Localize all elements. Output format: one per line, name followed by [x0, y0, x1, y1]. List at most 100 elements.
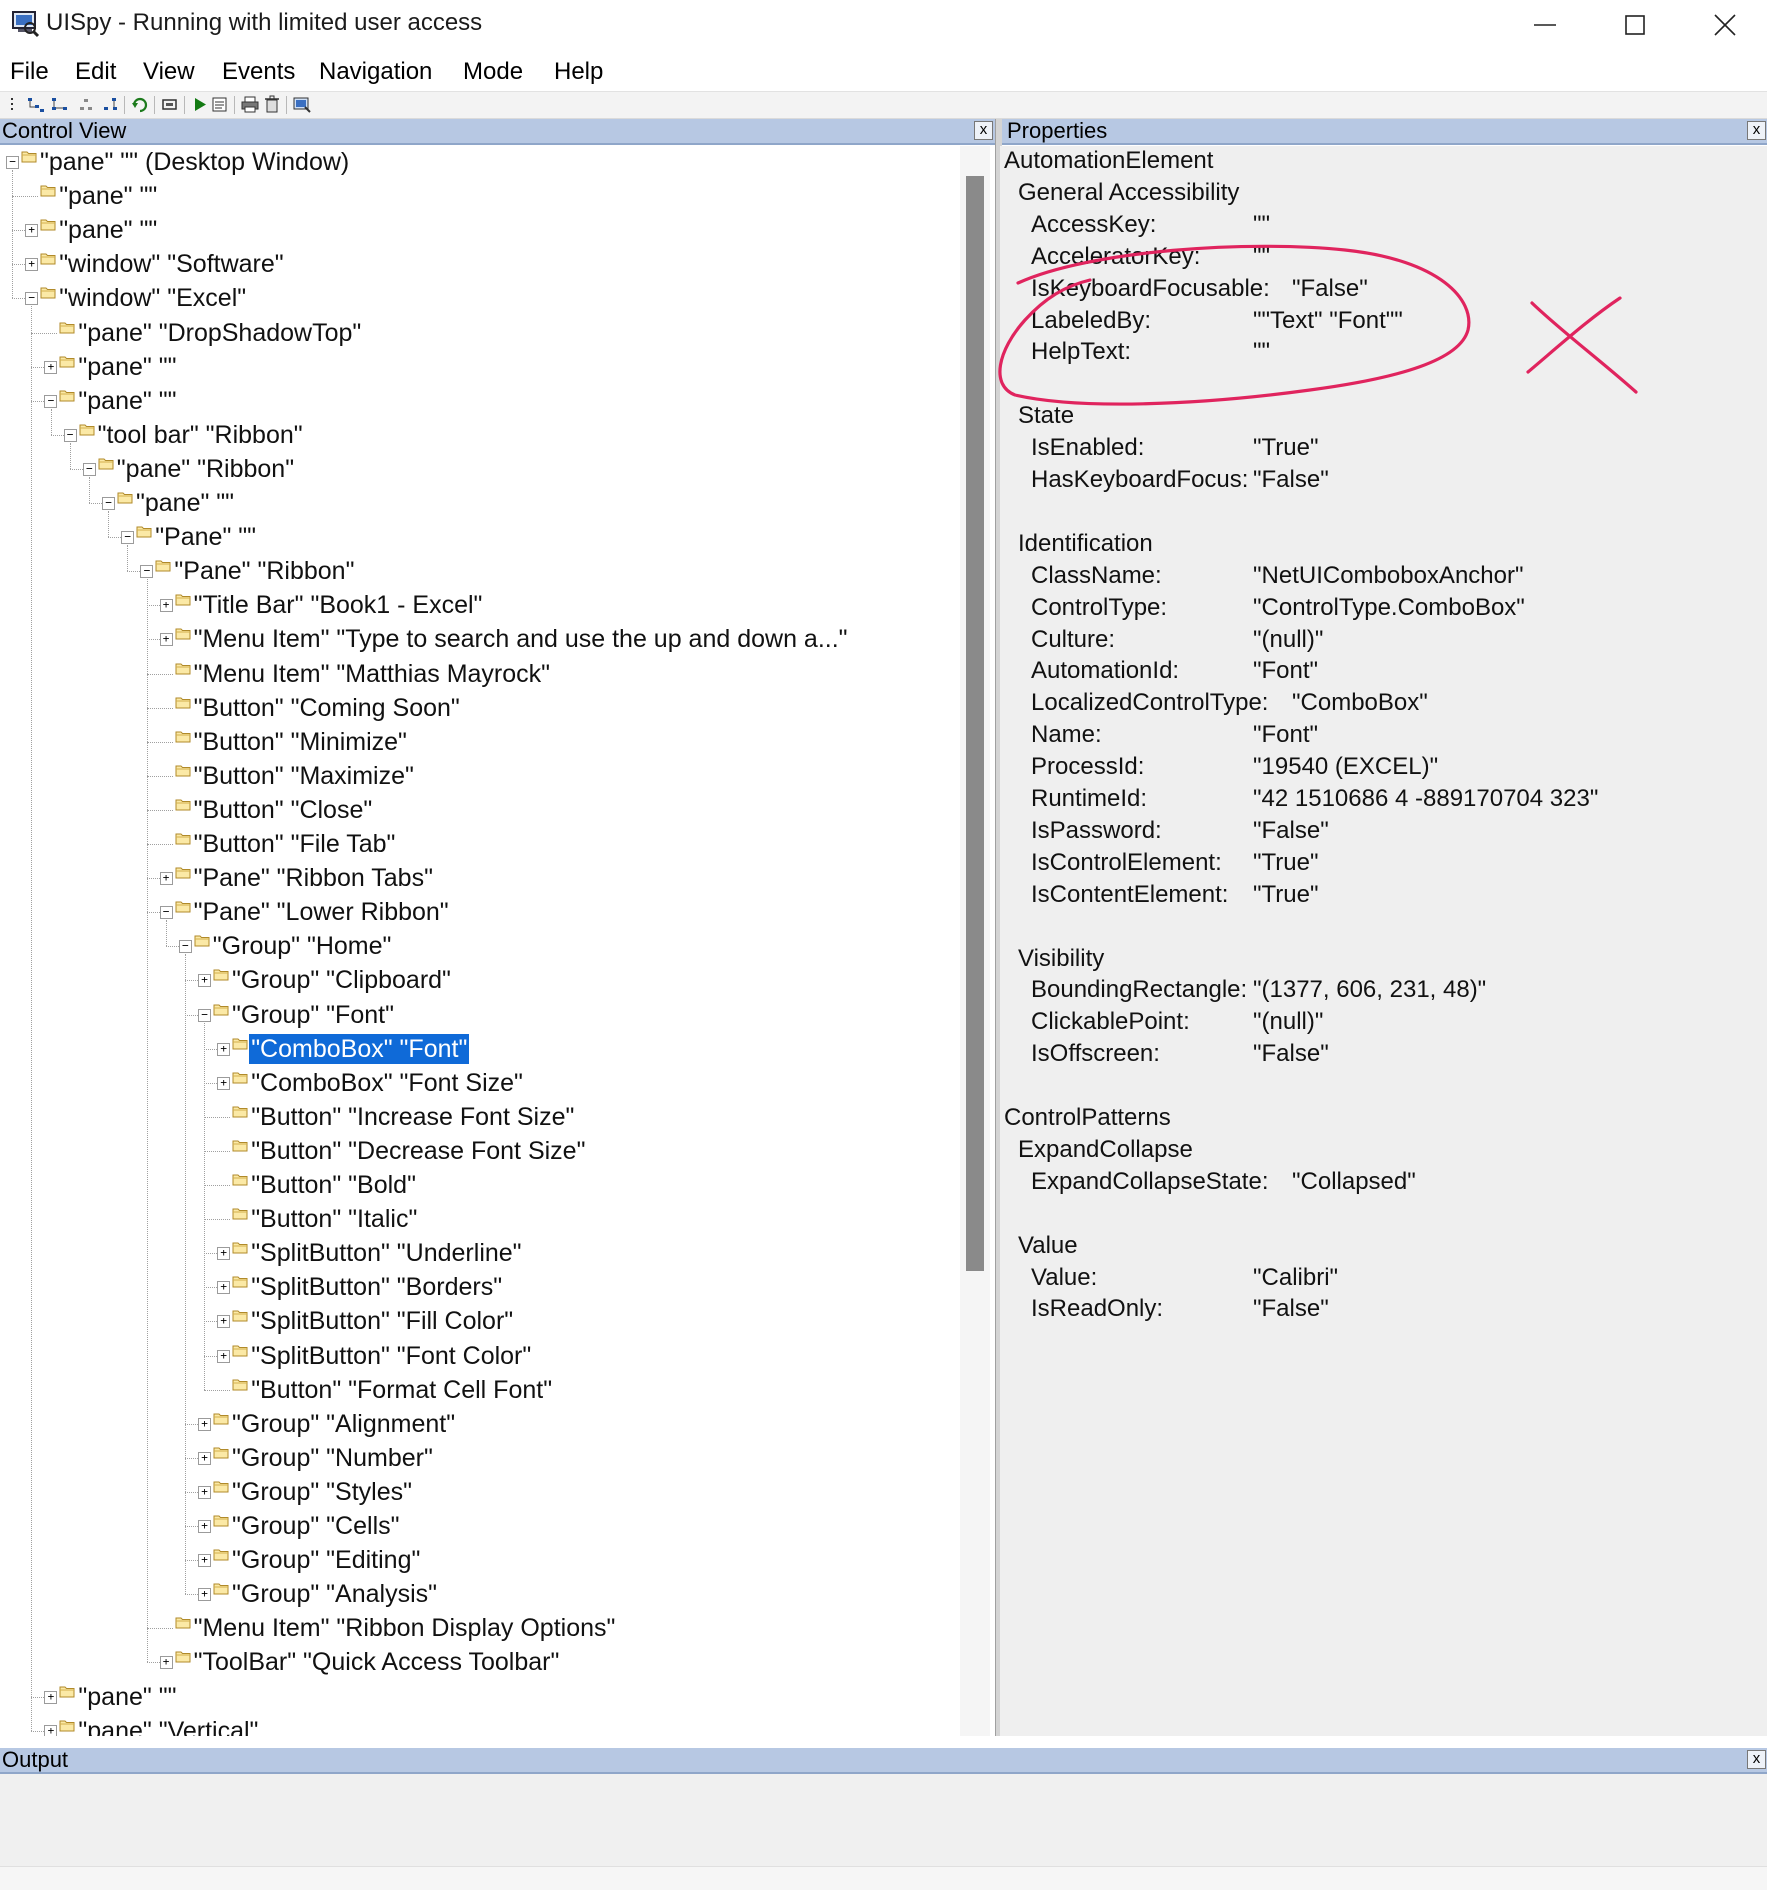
tree-node[interactable]: + "Group" "Editing"	[0, 1544, 960, 1578]
tree-node[interactable]: "Menu Item" "Matthias Mayrock"	[0, 658, 960, 692]
expand-icon[interactable]: +	[44, 1724, 58, 1736]
expand-icon[interactable]: +	[198, 974, 211, 988]
expand-icon[interactable]: +	[217, 1247, 231, 1261]
tree-node-label[interactable]: "Pane" "Ribbon Tabs"	[192, 863, 435, 893]
tree-node-label[interactable]: "pane" ""	[76, 386, 178, 416]
collapse-icon[interactable]: −	[121, 531, 135, 545]
maximize-button[interactable]	[1590, 0, 1680, 50]
tree-node-label[interactable]: "SplitButton" "Underline"	[249, 1238, 523, 1268]
tree-node[interactable]: "Button" "Maximize"	[0, 760, 960, 794]
tree-node-label[interactable]: "pane" "Ribbon"	[115, 454, 296, 484]
tree-node[interactable]: + "SplitButton" "Underline"	[0, 1237, 960, 1271]
property-value[interactable]: "NetUIComboboxAnchor"	[1253, 561, 1524, 591]
tree-node-label[interactable]: "Button" "Increase Font Size"	[249, 1102, 576, 1132]
tree-nav-icon-4[interactable]	[100, 95, 120, 114]
menu-navigation[interactable]: Navigation	[319, 58, 432, 86]
property-value[interactable]: "True"	[1253, 880, 1319, 910]
property-group[interactable]: General Accessibility	[1018, 178, 1239, 208]
tree-node[interactable]: − "window" "Excel"	[0, 282, 960, 316]
expand-icon[interactable]: +	[198, 1588, 211, 1602]
property-value[interactable]: "ControlType.ComboBox"	[1253, 593, 1525, 623]
tree-node[interactable]: + "Menu Item" "Type to search and use the…	[0, 623, 960, 657]
expand-icon[interactable]: +	[159, 1656, 173, 1670]
tree-node[interactable]: "Menu Item" "Ribbon Display Options"	[0, 1612, 960, 1646]
collapse-icon[interactable]: −	[159, 906, 173, 920]
tree-node-label[interactable]: "pane" ""	[57, 181, 159, 211]
highlight-icon[interactable]	[160, 95, 180, 114]
property-value[interactable]: "Collapsed"	[1292, 1167, 1416, 1197]
tree-node[interactable]: + "Group" "Number"	[0, 1442, 960, 1476]
tree-node-label-selected[interactable]: "ComboBox" "Font"	[249, 1033, 470, 1064]
property-group[interactable]: ExpandCollapse	[1018, 1135, 1193, 1165]
tree-node-label[interactable]: "Button" "Decrease Font Size"	[249, 1136, 587, 1166]
property-value[interactable]: "True"	[1253, 433, 1319, 463]
tree-node-label[interactable]: "pane" "Vertical"	[76, 1716, 260, 1736]
tree-node[interactable]: "pane" ""	[0, 180, 960, 214]
property-value[interactable]: "Calibri"	[1253, 1263, 1338, 1293]
property-value[interactable]: "19540 (EXCEL)"	[1253, 752, 1438, 782]
tree-node-label[interactable]: "Button" "Minimize"	[192, 727, 409, 757]
property-section[interactable]: AutomationElement	[1004, 146, 1213, 176]
tree-node-label[interactable]: "Group" "Home"	[211, 931, 394, 961]
property-value[interactable]: ""	[1253, 210, 1270, 240]
expand-icon[interactable]: +	[198, 1451, 211, 1465]
tree-node[interactable]: + "pane" ""	[0, 214, 960, 248]
tree-node-label[interactable]: "window" "Software"	[57, 249, 285, 279]
tree-node-label[interactable]: "Menu Item" "Matthias Mayrock"	[192, 659, 552, 689]
control-view-tree[interactable]: − "pane" "" (Desktop Window) "pane" "" + "pa…	[0, 146, 960, 1736]
property-value[interactable]: ""Text" "Font""	[1253, 306, 1403, 336]
property-value[interactable]: "False"	[1253, 1294, 1329, 1324]
property-value[interactable]: "42 1510686 4 -889170704 323"	[1253, 784, 1598, 814]
expand-icon[interactable]: +	[198, 1417, 211, 1431]
tree-node[interactable]: − "Pane" "Lower Ribbon"	[0, 896, 960, 930]
tree-node-label[interactable]: "tool bar" "Ribbon"	[96, 420, 305, 450]
property-value[interactable]: "(1377, 606, 231, 48)"	[1253, 975, 1486, 1005]
tree-node-label[interactable]: "Menu Item" "Ribbon Display Options"	[192, 1613, 618, 1643]
tree-node-label[interactable]: "ComboBox" "Font Size"	[249, 1068, 525, 1098]
tree-node[interactable]: − "pane" ""	[0, 385, 960, 419]
expand-icon[interactable]: +	[159, 872, 173, 886]
tree-node[interactable]: + "Pane" "Ribbon Tabs"	[0, 862, 960, 896]
expand-icon[interactable]: +	[217, 1076, 231, 1090]
tree-node-label[interactable]: "pane" ""	[134, 488, 236, 518]
expand-icon[interactable]: +	[198, 1554, 211, 1568]
minimize-button[interactable]	[1500, 0, 1590, 50]
tree-node[interactable]: "Button" "Coming Soon"	[0, 692, 960, 726]
tree-nav-icon-3[interactable]	[76, 95, 96, 114]
tree-node[interactable]: + "Title Bar" "Book1 - Excel"	[0, 589, 960, 623]
properties-close-button[interactable]: x	[1747, 121, 1766, 140]
tree-node[interactable]: − "Pane" "Ribbon"	[0, 555, 960, 589]
tree-node-label[interactable]: "SplitButton" "Fill Color"	[249, 1306, 515, 1336]
tree-node-label[interactable]: "Button" "Coming Soon"	[192, 693, 462, 723]
property-group[interactable]: Identification	[1018, 529, 1153, 559]
tree-node[interactable]: + "ComboBox" "Font"	[0, 1033, 960, 1067]
tree-node-label[interactable]: "pane" ""	[57, 215, 159, 245]
expand-icon[interactable]: +	[25, 224, 39, 238]
tree-nav-icon-1[interactable]	[26, 95, 46, 114]
property-value[interactable]: "Font"	[1253, 656, 1318, 686]
tree-node-label[interactable]: "pane" ""	[76, 352, 178, 382]
tree-node-label[interactable]: "Group" "Editing"	[230, 1545, 422, 1575]
tree-node[interactable]: − "pane" "" (Desktop Window)	[0, 146, 960, 180]
tree-node-label[interactable]: "Button" "Bold"	[249, 1170, 418, 1200]
collapse-icon[interactable]: −	[44, 394, 58, 408]
collapse-icon[interactable]: −	[25, 292, 39, 306]
tree-node-label[interactable]: "Pane" "Ribbon"	[172, 556, 356, 586]
tree-node-label[interactable]: "pane" ""	[76, 1682, 178, 1712]
property-group[interactable]: State	[1018, 401, 1074, 431]
tree-node-label[interactable]: "ToolBar" "Quick Access Toolbar"	[192, 1647, 562, 1677]
tree-node[interactable]: + "pane" ""	[0, 1681, 960, 1715]
tree-node-label[interactable]: "Menu Item" "Type to search and use the …	[192, 624, 850, 654]
tree-node[interactable]: − "Pane" ""	[0, 521, 960, 555]
control-view-close-button[interactable]: x	[974, 121, 993, 140]
tree-node[interactable]: + "ToolBar" "Quick Access Toolbar"	[0, 1646, 960, 1680]
tree-node[interactable]: "Button" "Decrease Font Size"	[0, 1135, 960, 1169]
tree-nav-icon-2[interactable]	[50, 95, 70, 114]
tree-node[interactable]: + "Group" "Styles"	[0, 1476, 960, 1510]
property-value[interactable]: "False"	[1253, 816, 1329, 846]
collapse-icon[interactable]: −	[140, 565, 154, 579]
property-value[interactable]: "False"	[1292, 274, 1368, 304]
tree-node[interactable]: + "SplitButton" "Font Color"	[0, 1340, 960, 1374]
tree-node[interactable]: "Button" "File Tab"	[0, 828, 960, 862]
property-value[interactable]: "False"	[1253, 1039, 1329, 1069]
